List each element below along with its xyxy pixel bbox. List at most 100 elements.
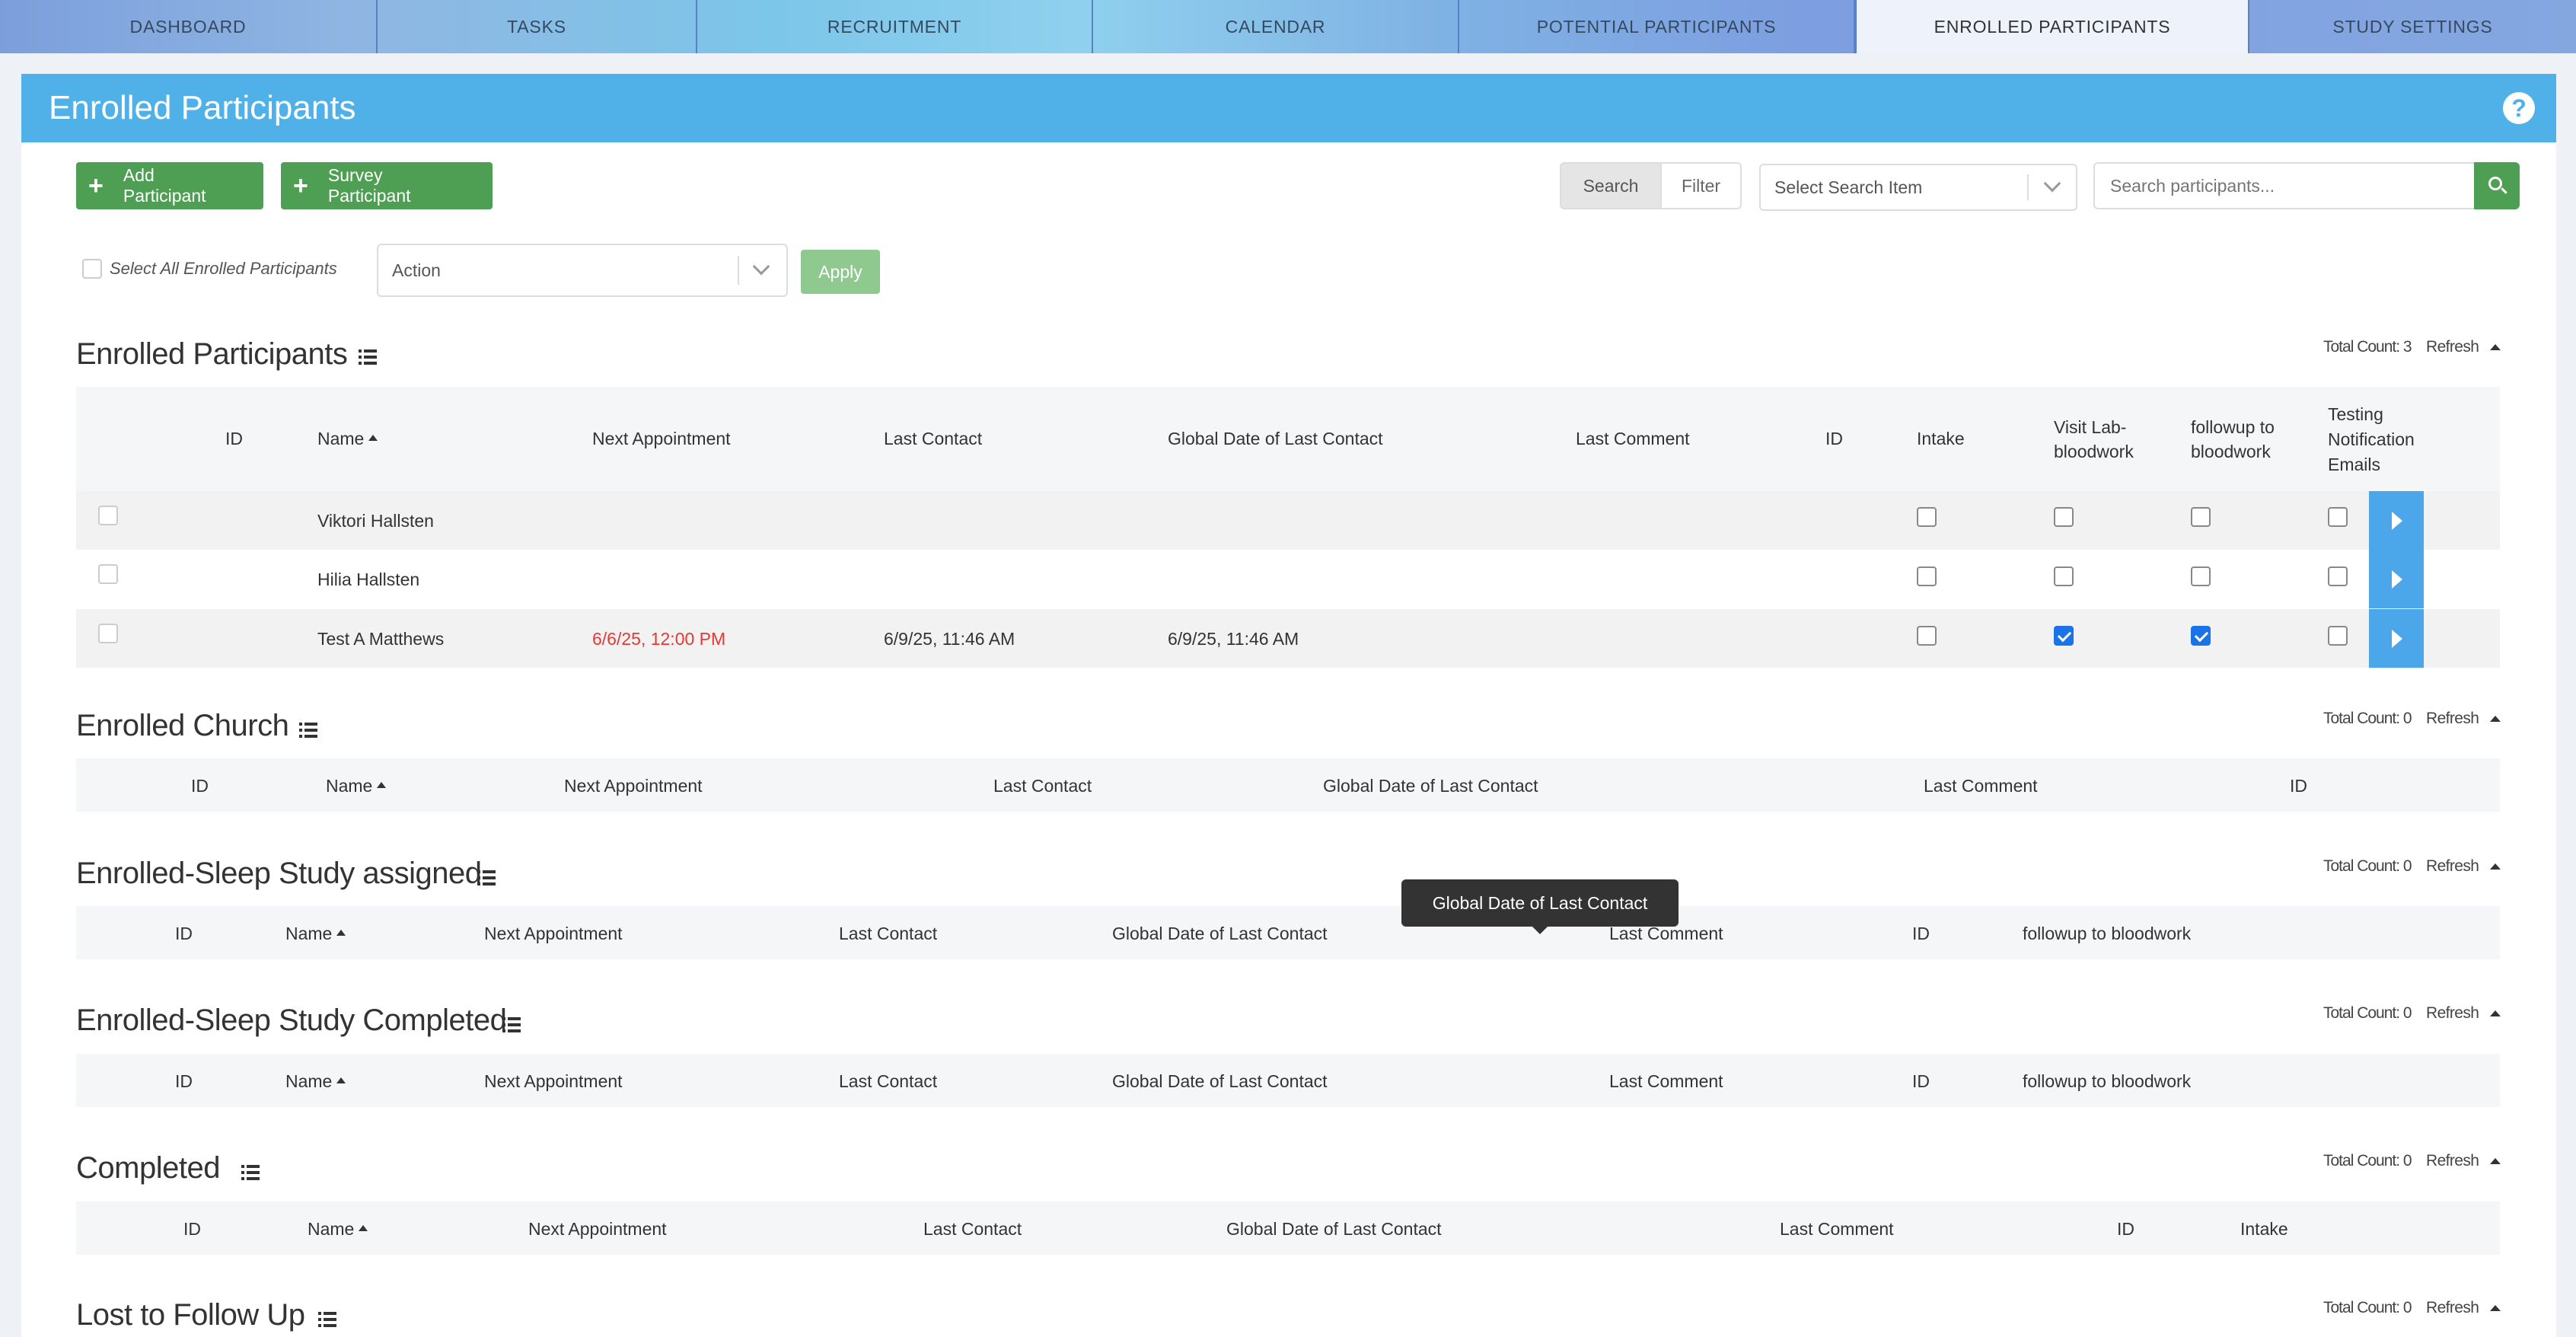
column-header-id[interactable]: ID bbox=[183, 1219, 201, 1240]
participant-name: Viktori Hallsten bbox=[317, 511, 434, 531]
collapse-caret-icon[interactable] bbox=[2490, 1158, 2501, 1164]
column-header-global-date-last-contact[interactable]: Global Date of Last Contact bbox=[1323, 776, 1538, 796]
tab-potential-participants[interactable]: POTENTIAL PARTICIPANTS bbox=[1459, 0, 1855, 53]
column-header-last-contact[interactable]: Last Contact bbox=[839, 924, 937, 944]
tab-enrolled-participants[interactable]: ENROLLED PARTICIPANTS bbox=[1855, 0, 2249, 53]
column-header-last-contact[interactable]: Last Contact bbox=[839, 1071, 937, 1092]
list-icon[interactable] bbox=[318, 1312, 336, 1327]
column-header-next-appointment[interactable]: Next Appointment bbox=[528, 1219, 667, 1240]
plus-icon: + bbox=[88, 171, 104, 200]
search-toggle[interactable]: Search bbox=[1560, 162, 1662, 209]
row-select-checkbox[interactable] bbox=[98, 506, 118, 525]
column-header-id-2[interactable]: ID bbox=[2117, 1219, 2134, 1240]
column-header-last-comment[interactable]: Last Comment bbox=[1924, 776, 2038, 796]
column-header-id-2[interactable]: ID bbox=[1912, 924, 1930, 944]
total-count: Total Count: 0 bbox=[2323, 1152, 2412, 1169]
column-header-last-contact[interactable]: Last Contact bbox=[884, 429, 982, 449]
open-participant-button[interactable] bbox=[2369, 550, 2424, 608]
list-icon[interactable] bbox=[477, 870, 496, 885]
question-circle-icon[interactable]: ? bbox=[2503, 92, 2535, 124]
column-header-last-comment[interactable]: Last Comment bbox=[1576, 429, 1690, 449]
list-icon[interactable] bbox=[299, 723, 317, 738]
apply-button[interactable]: Apply bbox=[801, 250, 880, 294]
column-header-last-comment[interactable]: Last Comment bbox=[1780, 1219, 1894, 1240]
column-header-next-appointment[interactable]: Next Appointment bbox=[592, 429, 731, 449]
refresh-link[interactable]: Refresh bbox=[2426, 338, 2479, 356]
column-header-name[interactable]: Name bbox=[285, 1071, 346, 1092]
open-participant-button[interactable] bbox=[2369, 491, 2424, 550]
visit-lab-checkbox[interactable] bbox=[2054, 626, 2074, 646]
intake-checkbox[interactable] bbox=[1917, 626, 1937, 646]
open-participant-button[interactable] bbox=[2369, 609, 2424, 668]
column-header-last-comment[interactable]: Last Comment bbox=[1609, 924, 1723, 944]
list-icon[interactable] bbox=[241, 1165, 260, 1180]
column-header-global-date-last-contact[interactable]: Global Date of Last Contact bbox=[1226, 1219, 1442, 1240]
tab-recruitment[interactable]: RECRUITMENT bbox=[697, 0, 1093, 53]
select-all-checkbox[interactable] bbox=[82, 259, 102, 279]
column-header-id[interactable]: ID bbox=[175, 1071, 193, 1092]
tab-dashboard[interactable]: DASHBOARD bbox=[0, 0, 378, 53]
intake-checkbox[interactable] bbox=[1917, 507, 1937, 527]
section-title: Completed bbox=[76, 1151, 220, 1185]
followup-checkbox[interactable] bbox=[2191, 507, 2211, 527]
survey-participant-button[interactable]: + Survey Participant bbox=[281, 162, 493, 209]
column-header-name[interactable]: Name bbox=[285, 924, 346, 944]
filter-toggle[interactable]: Filter bbox=[1660, 162, 1742, 209]
refresh-link[interactable]: Refresh bbox=[2426, 1299, 2479, 1317]
column-header-name[interactable]: Name bbox=[317, 429, 378, 449]
column-header-last-contact[interactable]: Last Contact bbox=[993, 776, 1092, 796]
column-header-global-date-last-contact[interactable]: Global Date of Last Contact bbox=[1112, 1071, 1328, 1092]
testing-notification-checkbox[interactable] bbox=[2328, 507, 2348, 527]
testing-notification-checkbox[interactable] bbox=[2328, 626, 2348, 646]
section-title: Enrolled-Sleep Study assigned bbox=[76, 857, 482, 890]
list-icon[interactable] bbox=[502, 1017, 521, 1032]
collapse-caret-icon[interactable] bbox=[2490, 344, 2501, 350]
refresh-link[interactable]: Refresh bbox=[2426, 710, 2479, 728]
column-header-next-appointment[interactable]: Next Appointment bbox=[484, 924, 623, 944]
search-item-select[interactable]: Select Search Item bbox=[1759, 164, 2077, 211]
column-header-last-comment[interactable]: Last Comment bbox=[1609, 1071, 1723, 1092]
collapse-caret-icon[interactable] bbox=[2490, 1305, 2501, 1311]
column-header-name[interactable]: Name bbox=[326, 776, 387, 796]
table-row[interactable] bbox=[76, 550, 2500, 608]
column-header-global-date-last-contact[interactable]: Global Date of Last Contact bbox=[1112, 924, 1328, 944]
add-participant-button[interactable]: + Add Participant bbox=[76, 162, 263, 209]
row-select-checkbox[interactable] bbox=[98, 564, 118, 584]
column-header-id[interactable]: ID bbox=[175, 924, 193, 944]
testing-notification-checkbox[interactable] bbox=[2328, 566, 2348, 586]
row-select-checkbox[interactable] bbox=[98, 624, 118, 643]
column-header-id[interactable]: ID bbox=[225, 429, 243, 449]
table-row[interactable] bbox=[76, 491, 2500, 550]
column-header-id-2[interactable]: ID bbox=[1912, 1071, 1930, 1092]
visit-lab-checkbox[interactable] bbox=[2054, 507, 2074, 527]
section-title: Enrolled Participants bbox=[76, 337, 348, 371]
column-header-last-contact[interactable]: Last Contact bbox=[923, 1219, 1022, 1240]
refresh-link[interactable]: Refresh bbox=[2426, 1004, 2479, 1023]
search-button[interactable] bbox=[2474, 162, 2520, 209]
tab-study-settings[interactable]: STUDY SETTINGS bbox=[2249, 0, 2576, 53]
followup-checkbox[interactable] bbox=[2191, 566, 2211, 586]
list-icon[interactable] bbox=[359, 349, 377, 365]
refresh-link[interactable]: Refresh bbox=[2426, 1152, 2479, 1170]
tab-tasks[interactable]: TASKS bbox=[378, 0, 697, 53]
page-header: Enrolled Participants ? bbox=[21, 74, 2556, 142]
collapse-caret-icon[interactable] bbox=[2490, 1010, 2501, 1016]
column-header-followup-to-bloodwork: followup to bloodwork bbox=[2191, 417, 2275, 461]
column-header-next-appointment[interactable]: Next Appointment bbox=[564, 776, 703, 796]
followup-checkbox[interactable] bbox=[2191, 626, 2211, 646]
refresh-link[interactable]: Refresh bbox=[2426, 857, 2479, 876]
column-header-id-2[interactable]: ID bbox=[1825, 429, 1843, 449]
column-header-name[interactable]: Name bbox=[308, 1219, 368, 1240]
tab-calendar[interactable]: CALENDAR bbox=[1093, 0, 1459, 53]
column-header-global-date-last-contact[interactable]: Global Date of Last Contact bbox=[1168, 429, 1383, 449]
search-input[interactable] bbox=[2093, 162, 2476, 209]
column-header-id[interactable]: ID bbox=[191, 776, 209, 796]
column-header-id-2[interactable]: ID bbox=[2290, 776, 2307, 796]
action-select[interactable]: Action bbox=[377, 244, 788, 297]
intake-checkbox[interactable] bbox=[1917, 566, 1937, 586]
collapse-caret-icon[interactable] bbox=[2490, 716, 2501, 722]
section-title: Lost to Follow Up bbox=[76, 1298, 305, 1332]
column-header-next-appointment[interactable]: Next Appointment bbox=[484, 1071, 623, 1092]
visit-lab-checkbox[interactable] bbox=[2054, 566, 2074, 586]
collapse-caret-icon[interactable] bbox=[2490, 863, 2501, 870]
